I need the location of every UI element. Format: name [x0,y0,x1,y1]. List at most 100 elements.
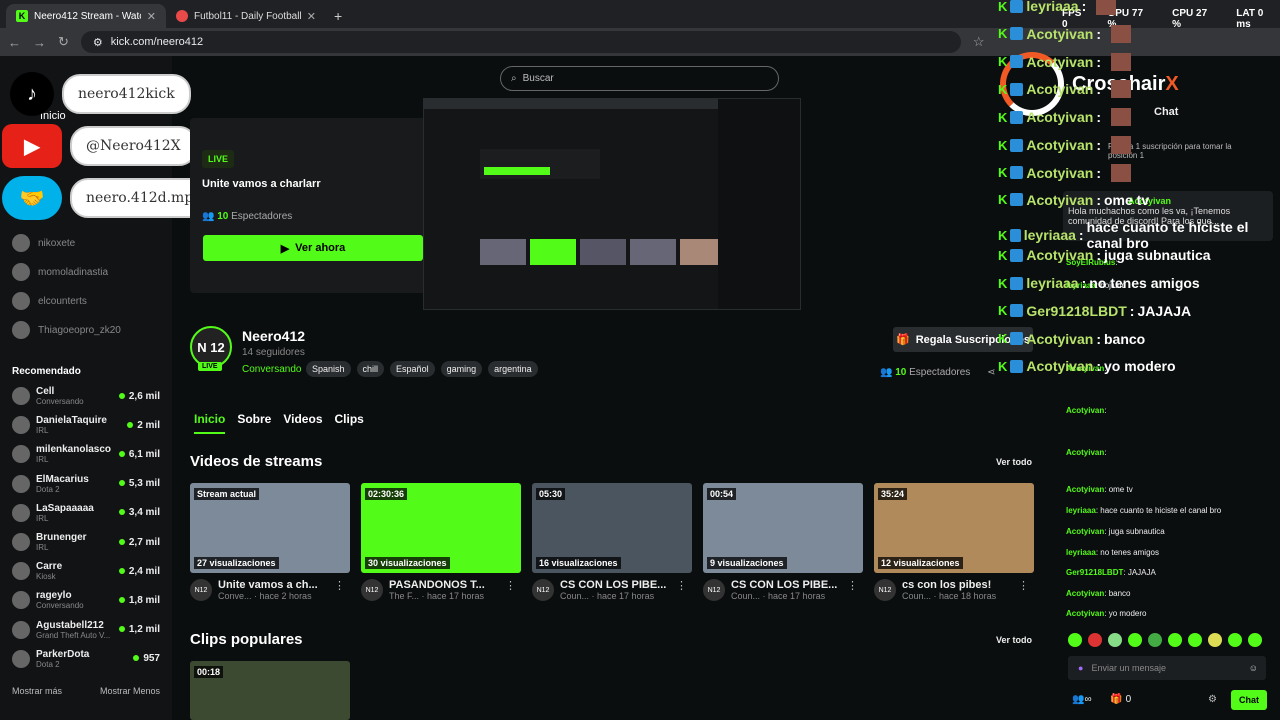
recommended-item[interactable]: rageylo Conversando 1,8 mil [12,590,160,610]
site-info-icon[interactable]: ⚙ [93,36,103,49]
recommended-item[interactable]: DanielaTaquire IRL 2 mil [12,415,160,435]
more-options-icon[interactable]: ⋮ [847,579,858,601]
chat-user[interactable]: Ger91218LBDT [1066,568,1123,577]
tab-videos[interactable]: Videos [283,412,322,434]
clip-duration: 00:18 [194,666,224,678]
clips-see-all-link[interactable]: Ver todo [996,635,1032,645]
overlay-user: Acotyivan [1026,137,1094,153]
recommended-name: Cell [36,386,55,397]
recommended-item[interactable]: Brunenger IRL 2,7 mil [12,532,160,552]
share-icon[interactable]: ⋖ [987,367,995,378]
tag[interactable]: gaming [440,361,483,377]
chat-settings-icon[interactable]: ⚙ [1208,694,1217,705]
show-more-button[interactable]: Mostrar más [12,686,62,696]
chat-user[interactable]: Acotyivan [1066,527,1104,536]
recommended-item[interactable]: ElMacarius Dota 2 5,3 mil [12,474,160,494]
stream-preview[interactable] [423,98,801,310]
recommended-item[interactable]: Carre Kiosk 2,4 mil [12,561,160,581]
video-thumbnail[interactable]: 02:30:36 30 visualizaciones [361,483,521,573]
chat-user[interactable]: leyriaaa [1066,506,1096,515]
chat-message: Acotyivan: juga subnautica [1066,527,1165,536]
recommended-item[interactable]: milenkanolasco IRL 6,1 mil [12,444,160,464]
chat-send-button[interactable]: Chat [1231,690,1267,710]
users-icon[interactable]: 👥∞ [1072,694,1092,705]
show-less-button[interactable]: Mostrar Menos [100,686,160,696]
emote-icon[interactable] [1168,633,1182,647]
sidebar-followed-item[interactable]: elcounterts [12,292,162,310]
overlay-colon: : [1096,81,1101,98]
sidebar-followed-item[interactable]: Thiagoeopro_zk20 [12,321,162,339]
video-thumbnail[interactable]: Stream actual 27 visualizaciones [190,483,350,573]
video-thumbnail[interactable]: 05:30 16 visualizaciones [532,483,692,573]
recommended-item[interactable]: Agustabell212 Grand Theft Auto V... 1,2 … [12,620,160,640]
address-bar[interactable]: ⚙ kick.com/neero412 [80,31,961,53]
badge-icon [1010,55,1024,69]
chat-user[interactable]: leyriaaa [1066,548,1096,557]
browser-tab-kick[interactable]: K Neero412 Stream - Watch Live ✕ [6,4,166,28]
tab-clips[interactable]: Clips [335,412,364,434]
recommended-name: LaSapaaaaa [36,502,94,514]
overlay-colon: : [1096,25,1101,42]
video-card[interactable]: 00:54 9 visualizaciones N12 CS CON LOS P… [703,483,863,601]
video-card[interactable]: Stream actual 27 visualizaciones N12 Uni… [190,483,350,601]
chat-user[interactable]: Acotyivan [1066,609,1104,618]
chat-user[interactable]: Acotyivan [1066,589,1104,598]
emote-icon[interactable] [1128,633,1142,647]
new-tab-icon[interactable]: + [326,4,350,28]
emote-icon[interactable] [1068,633,1082,647]
videos-see-all-link[interactable]: Ver todo [996,457,1032,467]
close-tab-icon[interactable]: ✕ [147,10,156,23]
back-icon[interactable]: ← [8,35,21,50]
emote-icon[interactable] [1088,633,1102,647]
more-options-icon[interactable]: ⋮ [505,579,516,601]
clip-card[interactable]: 00:18 [190,661,350,720]
reload-icon[interactable]: ↻ [58,34,69,50]
emoji-icon[interactable]: ☺ [1249,663,1258,673]
watch-now-button[interactable]: ▶ Ver ahora [203,235,423,261]
tiktok-icon: ♪ [10,72,54,116]
more-options-icon[interactable]: ⋮ [676,579,687,601]
video-card[interactable]: 05:30 16 visualizaciones N12 CS CON LOS … [532,483,692,601]
tab-sobre[interactable]: Sobre [237,412,271,434]
chat-message: Ger91218LBDT: JAJAJA [1066,568,1156,577]
more-options-icon[interactable]: ⋮ [1018,579,1029,601]
overlay-chat-line: K Acotyivan : [998,24,1131,43]
close-tab-icon[interactable]: ✕ [307,10,316,23]
gift-icon[interactable]: 🎁 [1110,694,1122,705]
video-subtitle: Conve... · hace 2 horas [218,591,312,601]
tab-inicio[interactable]: Inicio [194,412,226,434]
channel-viewers-label: Espectadores [909,367,971,378]
emote-icon[interactable] [1148,633,1162,647]
recommended-item[interactable]: Cell Conversando 2,6 mil [12,386,160,406]
forward-icon[interactable]: → [33,35,46,50]
emote-icon[interactable] [1248,633,1262,647]
tag[interactable]: argentina [488,361,538,377]
more-options-icon[interactable]: ⋮ [334,579,345,601]
video-thumbnail[interactable]: 00:54 9 visualizaciones [703,483,863,573]
video-card[interactable]: 02:30:36 30 visualizaciones N12 PASANDON… [361,483,521,601]
emote-icon [1110,163,1131,182]
chat-user[interactable]: Acotyivan [1066,485,1104,494]
recommended-viewers: 2,6 mil [119,391,160,402]
browser-tab-futbol11[interactable]: Futbol11 - Daily Football Game ✕ [166,4,326,28]
chat-user[interactable]: Acotyivan [1066,406,1104,415]
channel-category[interactable]: Conversando [242,364,301,375]
chat-user[interactable]: Acotyivan [1066,448,1104,457]
emote-icon[interactable] [1208,633,1222,647]
tag[interactable]: Español [390,361,435,377]
chat-message-input[interactable]: ● Enviar un mensaje ☺ [1068,656,1266,680]
bookmark-star-icon[interactable]: ☆ [973,34,985,50]
emote-icon[interactable] [1108,633,1122,647]
sidebar-followed-item[interactable]: nikoxete [12,234,162,252]
tag[interactable]: chill [356,361,385,377]
mic-icon[interactable]: ● [1078,663,1083,673]
recommended-item[interactable]: ParkerDota Dota 2 957 [12,649,160,669]
emote-icon[interactable] [1188,633,1202,647]
sidebar-followed-item[interactable]: momoladinastia [12,263,162,281]
tag[interactable]: Spanish [306,361,351,377]
recommended-item[interactable]: LaSapaaaaa IRL 3,4 mil [12,503,160,523]
video-card[interactable]: 35:24 12 visualizaciones N12 cs con los … [874,483,1034,601]
emote-icon[interactable] [1228,633,1242,647]
search-input[interactable]: ⌕ Buscar [500,66,779,91]
video-thumbnail[interactable]: 35:24 12 visualizaciones [874,483,1034,573]
